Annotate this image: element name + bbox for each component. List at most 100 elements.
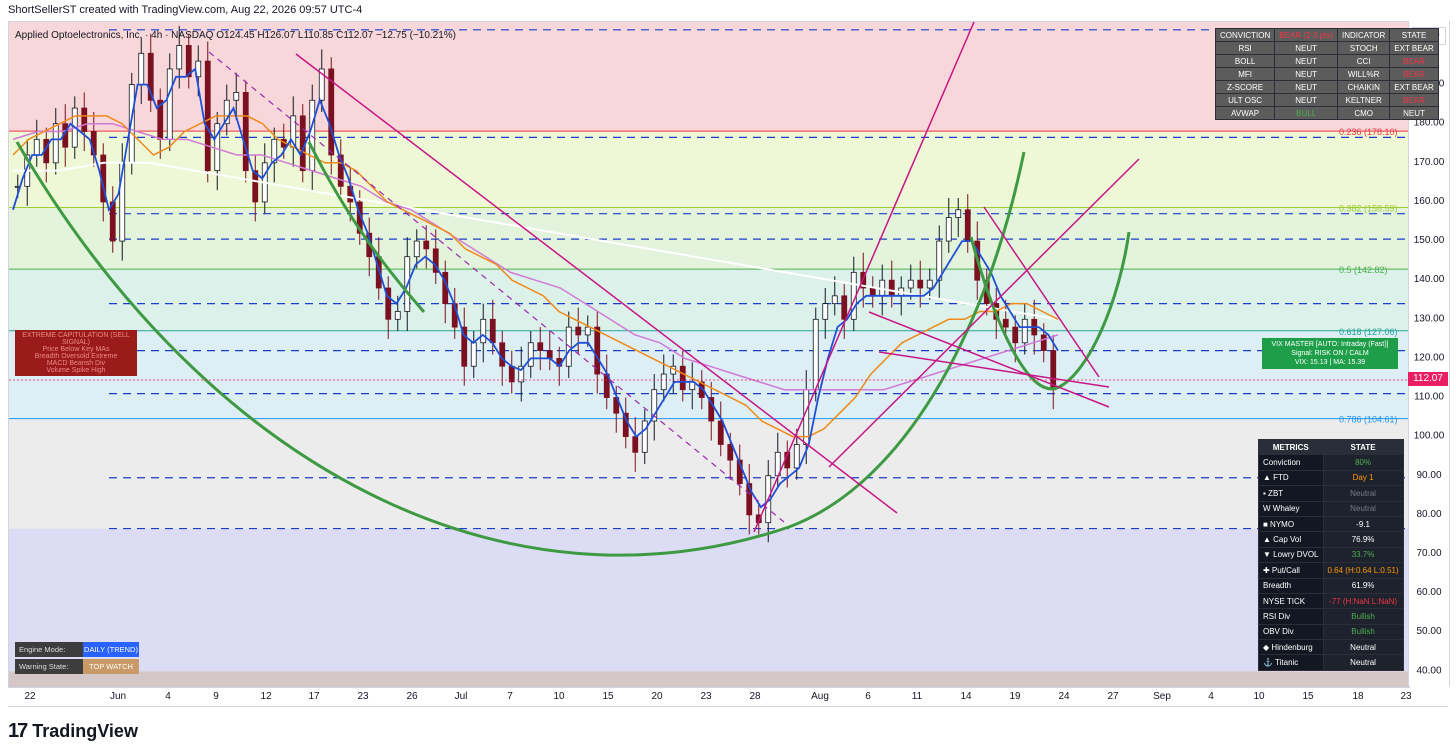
date-tick-label: Jul [455, 691, 468, 702]
candle-body [964, 209, 971, 242]
date-tick-label: 22 [24, 691, 36, 702]
metric-state: Neutral [1322, 485, 1404, 502]
conviction-cell: KELTNER [1337, 93, 1391, 107]
candle-body [641, 420, 648, 453]
conviction-cell: NEUT [1274, 93, 1339, 107]
conviction-cell: MFI [1214, 67, 1276, 81]
candle-body [584, 326, 591, 336]
candle-body [717, 420, 724, 445]
metrics-row: W Whaley Neutral [1258, 500, 1404, 517]
engine-mode-label: Engine Mode: [15, 642, 83, 657]
metric-state: Day 1 [1322, 469, 1404, 487]
date-tick-label: Sep [1153, 691, 1171, 702]
candle-body [309, 99, 316, 172]
alert-line: Breadth Oversold Extreme [34, 353, 118, 360]
conviction-cell: NEUT [1389, 106, 1439, 120]
conviction-cell: STOCH [1337, 41, 1391, 55]
date-tick-label: 10 [553, 691, 565, 702]
date-tick-label: 10 [1253, 691, 1265, 702]
date-tick-label: 15 [1302, 691, 1314, 702]
metric-name: ▼ Lowry DVOL [1258, 546, 1324, 564]
price-tick-label: 130.00 [1414, 313, 1445, 324]
conviction-cell: EXT BEAR [1389, 41, 1439, 55]
price-axis[interactable]: 40.00 50.00 60.00 70.00 80.00 90.00 100.00 110.… [1408, 21, 1450, 686]
time-axis[interactable]: 22 Jun 4 9 12 17 23 26 Jul 7 10 15 20 23 28 Aug 6 11 14 19 2… [8, 686, 1448, 707]
date-tick-label: 23 [700, 691, 712, 702]
candle-body [679, 365, 686, 391]
vix-master-box: VIX MASTER [AUTO: Intraday (Fast)] Signa… [1262, 338, 1398, 369]
date-tick-label: 11 [912, 691, 923, 702]
candle-body [546, 350, 553, 359]
date-tick-label: 6 [865, 691, 871, 702]
conviction-header-cell: CONVICTION [1214, 28, 1276, 42]
alert-line: MACD Bearish Div [46, 360, 106, 367]
price-chart[interactable]: 0.236 (178.10) 0.382 (158.59) 0.5 (142.82)… [9, 21, 1409, 687]
vix-signal: Signal: RISK ON / CALM [1291, 350, 1369, 357]
price-tick-label: 110.00 [1414, 392, 1444, 403]
date-tick-label: 17 [308, 691, 320, 702]
last-price-tag: 112.07 [1408, 372, 1448, 386]
date-tick-label: 14 [960, 691, 972, 702]
conviction-cell: BULL [1274, 106, 1339, 120]
date-tick-label: 15 [602, 691, 614, 702]
metric-state: 61.9% [1322, 577, 1404, 594]
metric-name: ▪ ZBT [1258, 485, 1324, 502]
metric-state: -77 (H:NaN L:NaN) [1322, 592, 1404, 610]
conviction-cell: NEUT [1274, 54, 1339, 68]
alert-line: Price Below Key MAs [42, 346, 110, 353]
conviction-cell: NEUT [1274, 80, 1339, 94]
tradingview-logo[interactable]: 17 TradingView [8, 720, 138, 743]
metric-state: Bullish [1322, 623, 1404, 641]
price-tick-label: 170.00 [1414, 157, 1445, 168]
price-tick-label: 100.00 [1414, 431, 1445, 442]
conviction-row: RSI NEUT STOCH EXT BEAR [1214, 41, 1439, 55]
conviction-cell: AVWAP [1214, 106, 1276, 120]
candle-body [252, 170, 259, 203]
metric-state: Neutral [1322, 639, 1404, 656]
conviction-cell: Z-SCORE [1214, 80, 1276, 94]
candle-body [423, 240, 430, 250]
fib-zone [9, 269, 1409, 331]
conviction-header-cell: BEAR (2-3 pts) [1274, 28, 1339, 42]
candle-body [926, 279, 933, 289]
candle-body [480, 318, 487, 344]
vix-values: VIX: 15.13 | MA: 15.39 [1294, 359, 1366, 366]
chart-panel[interactable]: 0.236 (178.10) 0.382 (158.59) 0.5 (142.82)… [8, 21, 1410, 688]
metric-name: OBV Div [1258, 623, 1324, 641]
date-tick-label: 23 [1400, 691, 1412, 702]
brand-name: TradingView [32, 721, 138, 741]
date-tick-label: 23 [357, 691, 369, 702]
metrics-row: ◆ Hindenburg Neutral [1258, 639, 1404, 656]
conviction-row: BOLL NEUT CCI BEAR [1214, 54, 1439, 68]
date-tick-label: 9 [213, 691, 219, 702]
candle-body [176, 45, 183, 70]
date-tick-label: Aug [811, 691, 829, 702]
candle-body [166, 68, 173, 140]
candle-body [489, 318, 496, 344]
metrics-row: Breadth 61.9% [1258, 577, 1404, 594]
candle-body [841, 295, 848, 320]
engine-panel: Engine Mode: DAILY (TREND) Warning State… [15, 641, 139, 675]
candle-body [508, 365, 515, 383]
candle-body [1012, 326, 1019, 344]
metric-name: ■ NYMO [1258, 515, 1324, 533]
conviction-cell: BEAR [1389, 54, 1439, 68]
candle-body [242, 92, 249, 172]
metric-name: Conviction [1258, 454, 1324, 471]
candle-body [537, 342, 544, 351]
date-tick-label: 24 [1058, 691, 1070, 702]
price-tick-label: 60.00 [1416, 587, 1441, 598]
metric-name: ▲ Cap Vol [1258, 531, 1324, 548]
metric-state: 80% [1322, 454, 1404, 471]
fib-level-label: 0.786 (104.61) [1339, 415, 1398, 425]
vix-title: VIX MASTER [AUTO: Intraday (Fast)] [1271, 341, 1389, 348]
warning-state-value: TOP WATCH [83, 659, 139, 674]
conviction-header-cell: INDICATOR [1337, 28, 1391, 42]
metric-name: Breadth [1258, 577, 1324, 594]
candle-body [660, 373, 667, 391]
metrics-row: ▲ Cap Vol 76.9% [1258, 531, 1404, 548]
metrics-row: ▲ FTD Day 1 [1258, 469, 1404, 487]
conviction-row: ULT OSC NEUT KELTNER BEAR [1214, 93, 1439, 107]
candle-body [233, 92, 240, 101]
capitulation-alert-box: EXTREME CAPITULATION (SELL SIGNAL) Price… [15, 330, 137, 376]
